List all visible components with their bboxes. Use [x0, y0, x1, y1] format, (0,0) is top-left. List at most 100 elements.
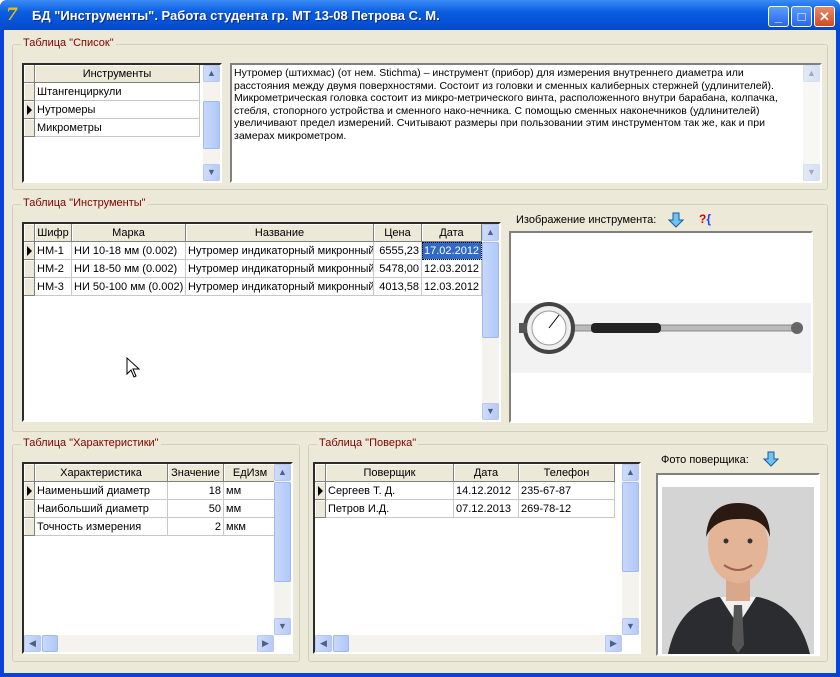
table-cell[interactable]: 235-67-87 [519, 482, 615, 500]
scroll-right-icon[interactable]: ▶ [605, 635, 622, 652]
scroll-thumb[interactable] [333, 635, 349, 652]
scroll-thumb[interactable] [482, 242, 499, 338]
title-bar[interactable]: 7 БД "Инструменты". Работа студента гр. … [0, 0, 840, 30]
column-header[interactable]: ЕдИзм [224, 464, 277, 482]
column-header[interactable]: Дата [422, 224, 482, 242]
table-cell[interactable]: Наибольший диаметр [35, 500, 168, 518]
table-row[interactable]: НМ-3 НИ 50-100 мм (0.002) Нутромер индикат… [24, 278, 482, 296]
table-cell[interactable]: НИ 50-100 мм (0.002) [72, 278, 186, 296]
scroll-left-icon[interactable]: ◀ [315, 635, 332, 652]
table-cell[interactable]: НИ 18-50 мм (0.002) [72, 260, 186, 278]
scroll-down-icon[interactable]: ▼ [274, 618, 291, 635]
scroll-thumb[interactable] [622, 482, 639, 572]
table-row[interactable]: НМ-2 НИ 18-50 мм (0.002) Нутромер индикато… [24, 260, 482, 278]
table-row[interactable]: Наибольший диаметр 50 мм [24, 500, 277, 518]
table-cell[interactable]: 269-78-12 [519, 500, 615, 518]
close-button[interactable]: ✕ [814, 6, 835, 27]
instruments-grid[interactable]: Шифр Марка Название Цена Дата НМ-1 НИ 10-… [22, 222, 501, 422]
table-cell[interactable]: Нутромер индикаторный микронный [186, 242, 374, 260]
table-cell[interactable]: Наименьший диаметр [35, 482, 168, 500]
specs-group: Таблица "Характеристики" Характеристика … [12, 437, 300, 662]
table-cell[interactable]: 5478,00 [374, 260, 422, 278]
scroll-down-icon[interactable]: ▼ [203, 164, 220, 181]
scroll-up-icon[interactable]: ▲ [622, 464, 639, 481]
clear-image-icon[interactable]: ??{{ [699, 212, 711, 226]
scroll-right-icon[interactable]: ▶ [257, 635, 274, 652]
table-cell[interactable]: 2 [168, 518, 224, 536]
table-cell[interactable]: мм [224, 482, 277, 500]
vertical-scrollbar[interactable]: ▲ ▼ [274, 464, 291, 635]
table-cell[interactable]: Петров И.Д. [326, 500, 454, 518]
column-header[interactable]: Характеристика [35, 464, 168, 482]
table-cell[interactable]: Точность измерения [35, 518, 168, 536]
app-icon: 7 [6, 5, 18, 25]
column-header[interactable]: Поверщик [326, 464, 454, 482]
column-header[interactable]: Дата [454, 464, 519, 482]
table-row[interactable]: Петров И.Д. 07.12.2013 269-78-12 [315, 500, 615, 518]
table-cell[interactable]: 07.12.2013 [454, 500, 519, 518]
scroll-down-icon[interactable]: ▼ [622, 618, 639, 635]
column-header[interactable]: Инструменты [35, 65, 200, 83]
verify-grid[interactable]: Поверщик Дата Телефон Сергеев Т. Д. 14.12… [313, 462, 641, 654]
scroll-up-icon[interactable]: ▲ [482, 224, 499, 241]
memo-scrollbar[interactable]: ▲ ▼ [803, 65, 820, 181]
table-row[interactable]: Нутромеры [24, 101, 200, 119]
list-item[interactable]: Штангенциркули [35, 83, 200, 101]
table-cell[interactable]: 4013,58 [374, 278, 422, 296]
scroll-down-icon[interactable]: ▼ [482, 403, 499, 420]
load-photo-arrow-icon[interactable] [763, 451, 779, 467]
column-header[interactable]: Марка [72, 224, 186, 242]
column-header[interactable]: Телефон [519, 464, 615, 482]
column-header[interactable]: Шифр [35, 224, 72, 242]
row-indicator [315, 500, 326, 518]
scroll-thumb[interactable] [42, 635, 58, 652]
client-area: Таблица "Список" Инструменты Штангенцирк… [4, 30, 836, 673]
table-cell[interactable]: Сергеев Т. Д. [326, 482, 454, 500]
scroll-thumb[interactable] [274, 482, 291, 582]
scroll-up-icon[interactable]: ▲ [803, 65, 820, 82]
table-cell[interactable]: НМ-3 [35, 278, 72, 296]
scroll-left-icon[interactable]: ◀ [24, 635, 41, 652]
list-item[interactable]: Нутромеры [35, 101, 200, 119]
table-cell[interactable]: НМ-1 [35, 242, 72, 260]
table-cell[interactable]: НМ-2 [35, 260, 72, 278]
scroll-up-icon[interactable]: ▲ [274, 464, 291, 481]
table-row[interactable]: Микрометры [24, 119, 200, 137]
column-header[interactable]: Название [186, 224, 374, 242]
minimize-button[interactable]: _ [768, 6, 789, 27]
table-cell[interactable]: Нутромер индикаторный микронный [186, 278, 374, 296]
table-cell[interactable]: 50 [168, 500, 224, 518]
column-header[interactable]: Цена [374, 224, 422, 242]
table-cell[interactable]: Нутромер индикаторный микронный [186, 260, 374, 278]
list-item[interactable]: Микрометры [35, 119, 200, 137]
table-row[interactable]: Наименьший диаметр 18 мм [24, 482, 277, 500]
table-cell[interactable]: 12.03.2012 [422, 278, 482, 296]
table-cell[interactable]: мм [224, 500, 277, 518]
vertical-scrollbar[interactable]: ▲ ▼ [622, 464, 639, 635]
table-row[interactable]: Штангенциркули [24, 83, 200, 101]
table-cell[interactable]: НИ 10-18 мм (0.002) [72, 242, 186, 260]
table-cell[interactable]: мкм [224, 518, 277, 536]
table-row[interactable]: Точность измерения 2 мкм [24, 518, 277, 536]
maximize-button[interactable]: □ [791, 6, 812, 27]
table-cell[interactable]: 18 [168, 482, 224, 500]
vertical-scrollbar[interactable]: ▲ ▼ [482, 224, 499, 420]
horizontal-scrollbar[interactable]: ◀ ▶ [315, 635, 622, 652]
vertical-scrollbar[interactable]: ▲ ▼ [203, 65, 220, 181]
table-row[interactable]: Сергеев Т. Д. 14.12.2012 235-67-87 [315, 482, 615, 500]
table-cell[interactable]: 17.02.2012 [422, 242, 482, 260]
specs-grid[interactable]: Характеристика Значение ЕдИзм Наименьший… [22, 462, 293, 654]
table-row[interactable]: НМ-1 НИ 10-18 мм (0.002) Нутромер индикато… [24, 242, 482, 260]
table-cell[interactable]: 12.03.2012 [422, 260, 482, 278]
window-title: БД "Инструменты". Работа студента гр. МТ… [32, 8, 440, 23]
horizontal-scrollbar[interactable]: ◀ ▶ [24, 635, 274, 652]
list-grid[interactable]: Инструменты Штангенциркули Нутромеры Мик… [22, 63, 222, 183]
load-image-arrow-icon[interactable] [668, 212, 684, 228]
table-cell[interactable]: 6555,23 [374, 242, 422, 260]
description-memo[interactable]: Нутромер (штихмас) (от нем. Stichma) – и… [230, 63, 822, 183]
table-cell[interactable]: 14.12.2012 [454, 482, 519, 500]
column-header[interactable]: Значение [168, 464, 224, 482]
scroll-thumb[interactable] [203, 101, 220, 149]
scroll-up-icon[interactable]: ▲ [203, 65, 220, 82]
scroll-down-icon[interactable]: ▼ [803, 164, 820, 181]
